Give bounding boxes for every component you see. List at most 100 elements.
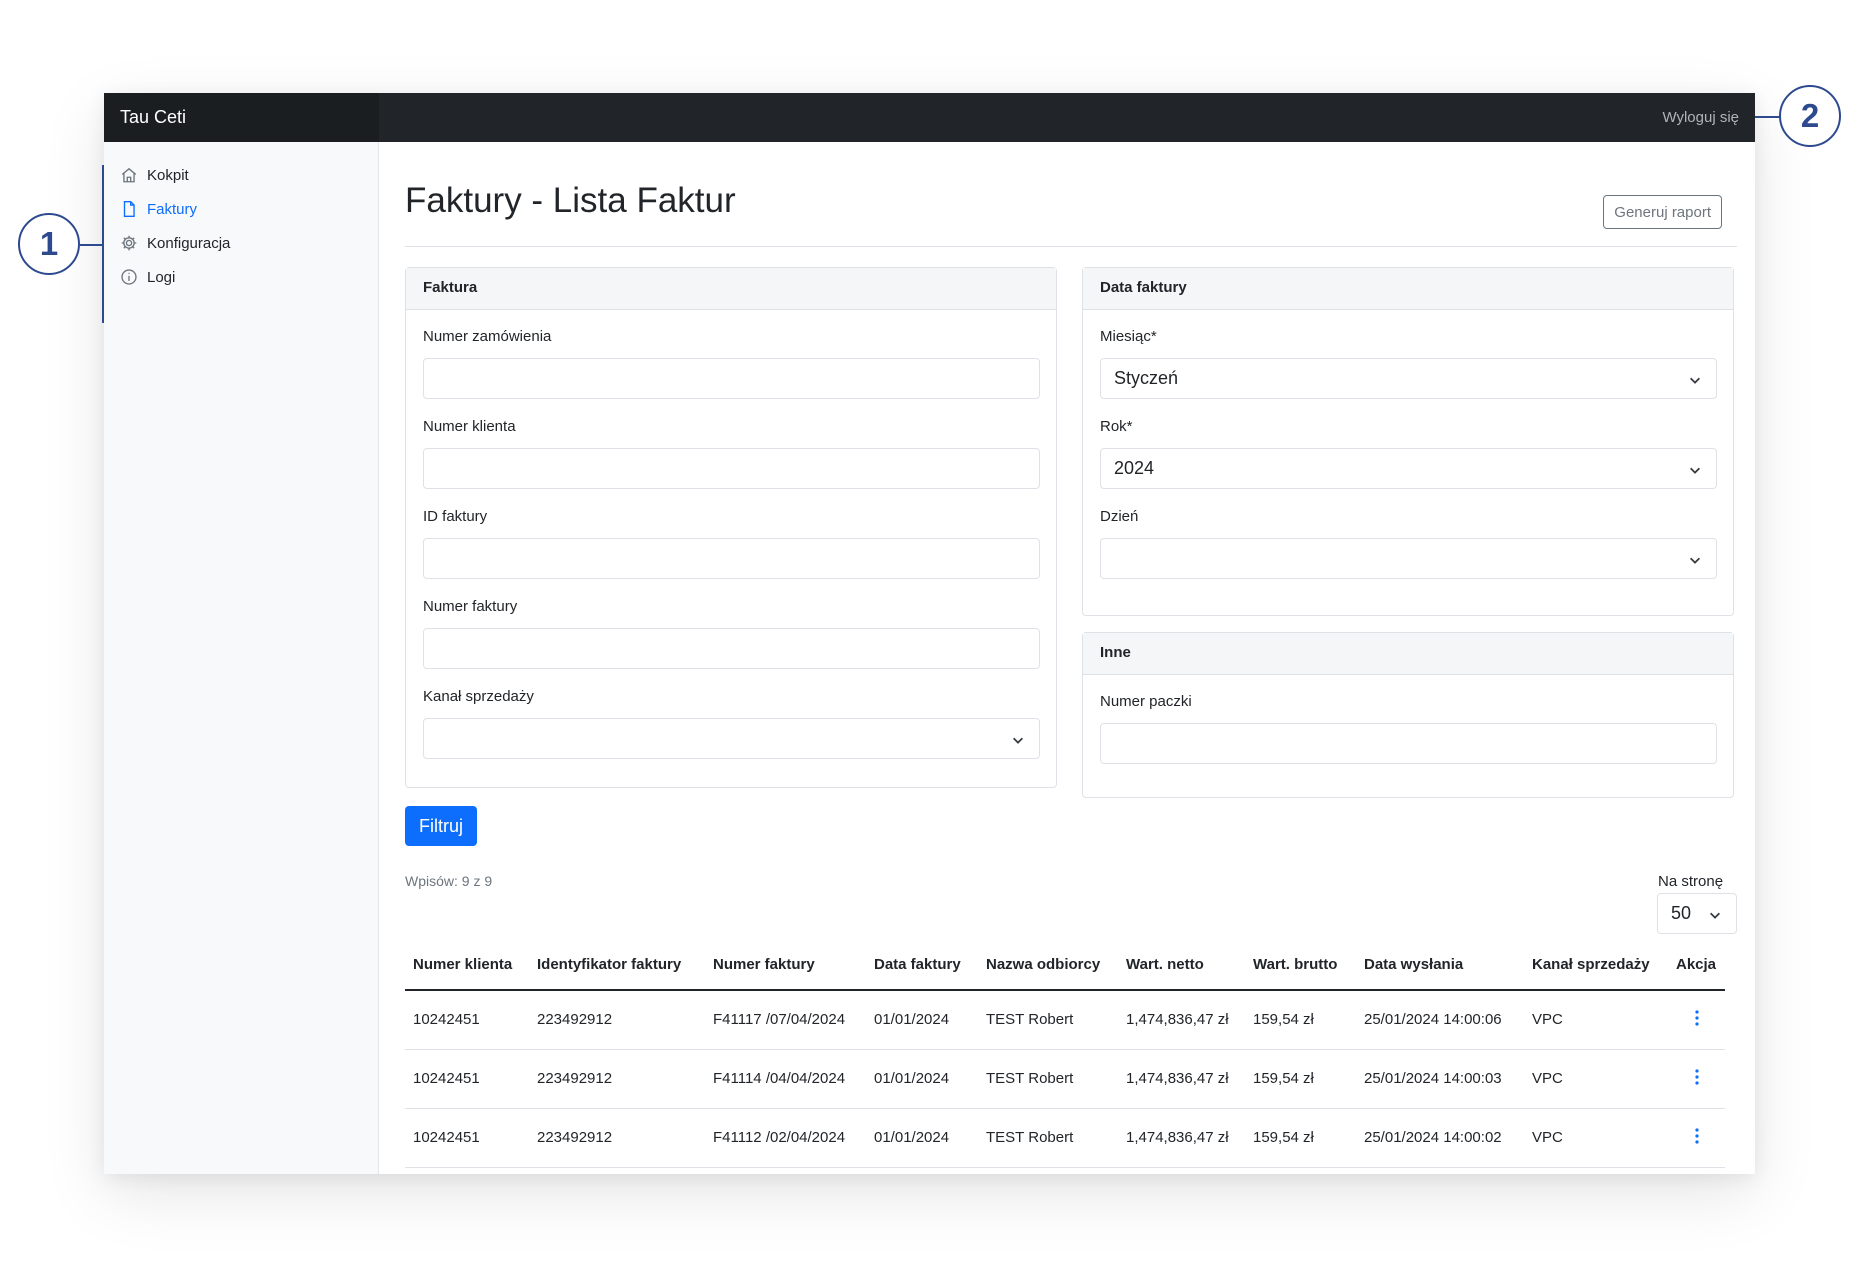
cell-action <box>1668 990 1725 1050</box>
per-page-select[interactable]: 50 <box>1657 893 1737 934</box>
kebab-menu-icon[interactable] <box>1685 1065 1709 1089</box>
card-header: Inne <box>1083 633 1733 675</box>
cell-invoice-identifier: 223492912 <box>529 1108 705 1168</box>
column-header[interactable]: Nazwa odbiorcy <box>978 940 1118 991</box>
invoice-id-label: ID faktury <box>423 508 488 525</box>
gear-icon <box>121 235 137 251</box>
column-header[interactable]: Wart. netto <box>1118 940 1245 991</box>
records-count: Wpisów: 9 z 9 <box>405 873 493 889</box>
sidebar-item-faktury[interactable]: Faktury <box>120 197 197 221</box>
sidebar-item-logi[interactable]: Logi <box>120 265 175 289</box>
callout-badge-2: 2 <box>1779 85 1841 147</box>
invoice-number-input[interactable] <box>423 628 1040 669</box>
sidebar-item-konfiguracja[interactable]: Konfiguracja <box>120 231 230 255</box>
day-select[interactable] <box>1100 538 1717 579</box>
table-row[interactable]: 10242451 223492912 F41114 /04/04/2024 01… <box>405 1049 1725 1109</box>
filter-button[interactable]: Filtruj <box>405 806 477 846</box>
cell-invoice-identifier: 223492912 <box>529 990 705 1050</box>
invoice-id-input[interactable] <box>423 538 1040 579</box>
cell-sales-channel: VPC <box>1524 1049 1668 1109</box>
table-row[interactable]: 10242451 223492912 F41117 /07/04/2024 01… <box>405 990 1725 1050</box>
order-number-label: Numer zamówienia <box>423 328 552 345</box>
cell-net-value: 1,474,836,47 zł <box>1118 1049 1245 1109</box>
column-header[interactable]: Numer faktury <box>705 940 866 991</box>
brand-name[interactable]: Tau Ceti <box>120 107 186 128</box>
cell-sales-channel: VPC <box>1524 990 1668 1050</box>
order-number-input[interactable] <box>423 358 1040 399</box>
sidebar-item-label: Logi <box>147 268 176 286</box>
home-icon <box>121 167 137 183</box>
sidebar-item-label: Konfiguracja <box>147 234 231 252</box>
callout-badge-1: 1 <box>18 213 80 275</box>
chevron-down-icon <box>1690 467 1700 474</box>
cell-invoice-number: F41117 /07/04/2024 <box>705 990 866 1050</box>
logout-link[interactable]: Wyloguj się <box>1662 109 1739 126</box>
column-header[interactable]: Wart. brutto <box>1245 940 1356 991</box>
month-select[interactable]: Styczeń <box>1100 358 1717 399</box>
card-header: Faktura <box>406 268 1056 310</box>
invoice-number-label: Numer faktury <box>423 598 518 615</box>
chevron-down-icon <box>1690 557 1700 564</box>
package-number-input[interactable] <box>1100 723 1717 764</box>
column-header: Akcja <box>1668 940 1725 991</box>
cell-net-value: 1,474,836,47 zł <box>1118 1108 1245 1168</box>
cell-invoice-identifier: 223492912 <box>529 1049 705 1109</box>
sidebar-item-kokpit[interactable]: Kokpit <box>120 163 189 187</box>
sidebar: Kokpit Faktury Konfiguracja Logi <box>104 142 379 1174</box>
sales-channel-label: Kanał sprzedaży <box>423 688 534 705</box>
invoice-table: Numer klienta Identyfikator faktury Nume… <box>405 940 1725 1168</box>
select-value: 50 <box>1671 903 1692 923</box>
table-header-row: Numer klienta Identyfikator faktury Nume… <box>405 940 1725 991</box>
column-header[interactable]: Data wysłania <box>1356 940 1524 991</box>
cell-net-value: 1,474,836,47 zł <box>1118 990 1245 1050</box>
cell-invoice-date: 01/01/2024 <box>866 1108 978 1168</box>
cell-invoice-date: 01/01/2024 <box>866 1049 978 1109</box>
cell-sent-date: 25/01/2024 14:00:02 <box>1356 1108 1524 1168</box>
cell-gross-value: 159,54 zł <box>1245 1108 1356 1168</box>
cell-recipient-name: TEST Robert <box>978 1049 1118 1109</box>
per-page-label: Na stronę <box>1658 873 1724 890</box>
page-title: Faktury - Lista Faktur <box>405 181 736 220</box>
cell-client-number: 10242451 <box>405 1049 529 1109</box>
top-navbar: Tau Ceti Wyloguj się <box>104 93 1755 142</box>
cell-invoice-number: F41114 /04/04/2024 <box>705 1049 866 1109</box>
sidebar-item-label: Faktury <box>147 200 198 218</box>
client-number-label: Numer klienta <box>423 418 516 435</box>
cell-invoice-date: 01/01/2024 <box>866 990 978 1050</box>
chevron-down-icon <box>1710 912 1720 919</box>
brand-area: Tau Ceti <box>104 93 379 142</box>
callout-2-connector <box>1755 116 1780 118</box>
column-header[interactable]: Kanał sprzedaży <box>1524 940 1668 991</box>
sales-channel-select[interactable] <box>423 718 1040 759</box>
kebab-menu-icon[interactable] <box>1685 1124 1709 1148</box>
month-label: Miesiąc* <box>1100 328 1157 345</box>
cell-sent-date: 25/01/2024 14:00:06 <box>1356 990 1524 1050</box>
column-header[interactable]: Data faktury <box>866 940 978 991</box>
other-filter-card: Inne Numer paczki <box>1082 632 1734 798</box>
year-label: Rok* <box>1100 418 1133 435</box>
select-value: Styczeń <box>1114 368 1179 388</box>
title-divider <box>405 246 1737 247</box>
cell-client-number: 10242451 <box>405 990 529 1050</box>
sidebar-item-label: Kokpit <box>147 166 189 184</box>
year-select[interactable]: 2024 <box>1100 448 1717 489</box>
cell-action <box>1668 1049 1725 1109</box>
table-row[interactable]: 10242451 223492912 F41112 /02/04/2024 01… <box>405 1108 1725 1168</box>
generate-report-button[interactable]: Generuj raport <box>1603 195 1722 229</box>
cell-sales-channel: VPC <box>1524 1108 1668 1168</box>
callout-1-connector <box>80 244 104 246</box>
main-content: Faktury - Lista Faktur Generuj raport Fa… <box>379 142 1755 1174</box>
column-header[interactable]: Identyfikator faktury <box>529 940 705 991</box>
column-header[interactable]: Numer klienta <box>405 940 529 991</box>
cell-action <box>1668 1108 1725 1168</box>
file-icon <box>123 201 135 217</box>
invoice-date-card: Data faktury Miesiąc* Styczeń Rok* 2024 … <box>1082 267 1734 616</box>
cell-gross-value: 159,54 zł <box>1245 1049 1356 1109</box>
chevron-down-icon <box>1690 377 1700 384</box>
cell-recipient-name: TEST Robert <box>978 1108 1118 1168</box>
cell-recipient-name: TEST Robert <box>978 990 1118 1050</box>
kebab-menu-icon[interactable] <box>1685 1006 1709 1030</box>
client-number-input[interactable] <box>423 448 1040 489</box>
invoice-filter-card: Faktura Numer zamówienia Numer klienta I… <box>405 267 1057 788</box>
cell-gross-value: 159,54 zł <box>1245 990 1356 1050</box>
